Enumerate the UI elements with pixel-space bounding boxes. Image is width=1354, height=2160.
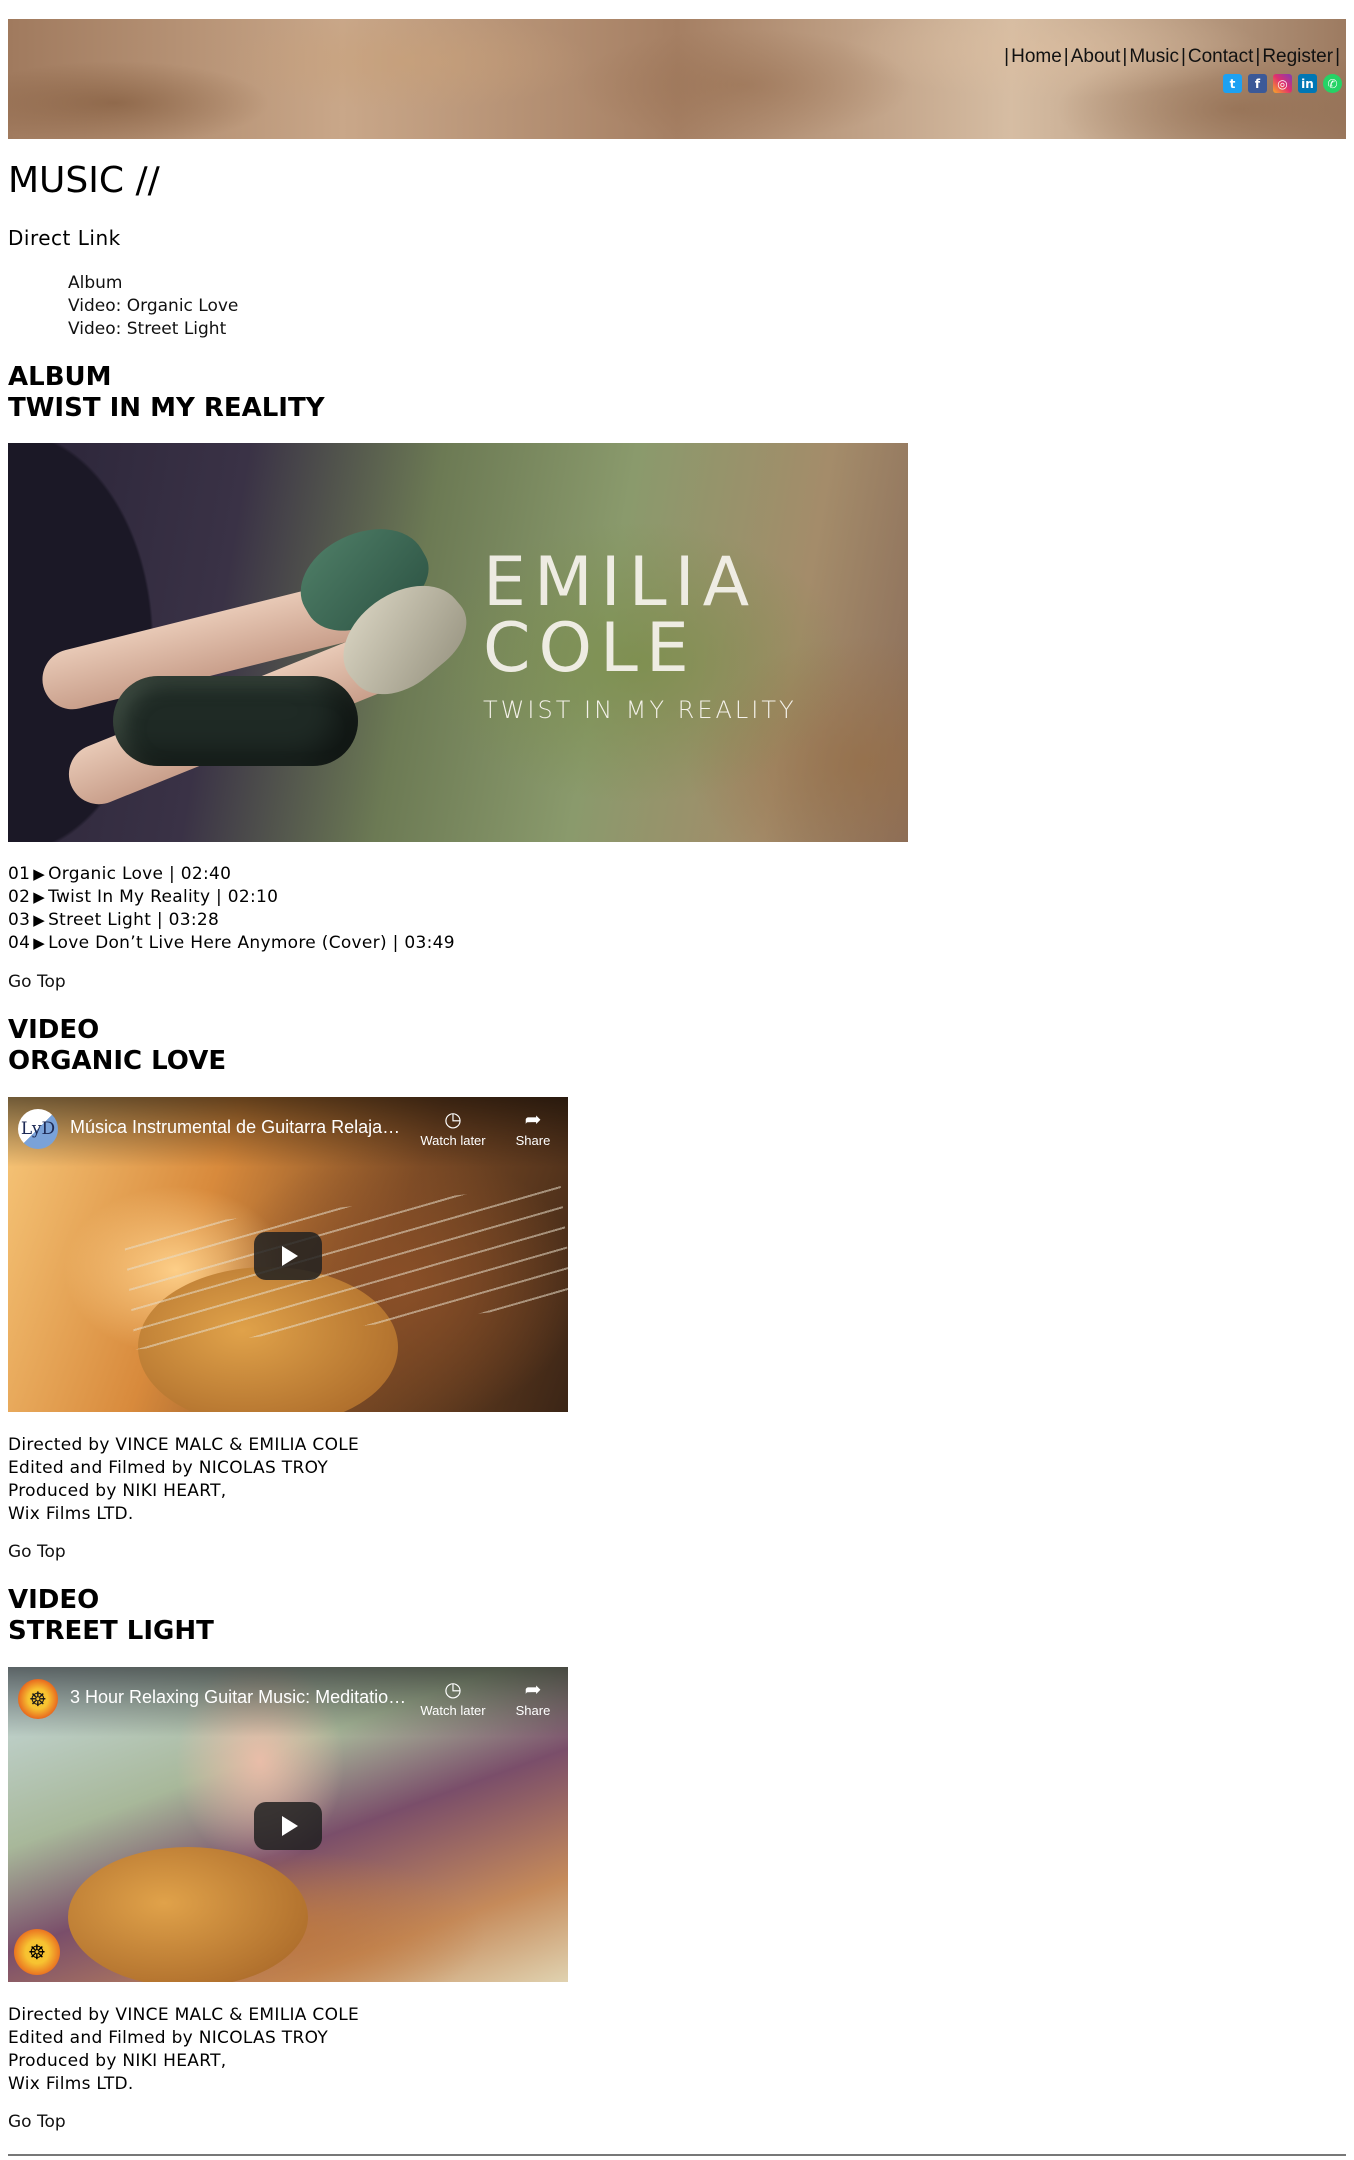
go-top-link[interactable]: Go Top (8, 972, 66, 992)
go-top-link[interactable]: Go Top (8, 1542, 66, 1562)
nav-separator: | (1063, 46, 1069, 67)
track-title: Love Don’t Live Here Anymore (Cover) | 0… (48, 933, 455, 953)
album-heading: ALBUM TWIST IN MY REALITY (8, 362, 325, 424)
share-arrow-icon: ➦ (524, 1679, 542, 1701)
share-arrow-icon: ➦ (524, 1109, 542, 1131)
video-credits: Directed by VINCE MALC & EMILIA COLE Edi… (8, 1434, 359, 1526)
nav-about-link[interactable]: About (1071, 46, 1121, 68)
main-nav: | Home | About | Music | Contact | Regis… (1002, 46, 1342, 68)
channel-avatar[interactable]: LyD (18, 1109, 58, 1149)
nav-register-link[interactable]: Register (1262, 46, 1333, 68)
credit-line: Directed by VINCE MALC & EMILIA COLE (8, 2005, 360, 2025)
track-title: Street Light | 03:28 (48, 910, 220, 930)
album-cover-text: EMILIA COLE TWIST IN MY REALITY (483, 543, 797, 725)
video-player-organic-love[interactable]: LyD Música Instrumental de Guitarra Rela… (8, 1097, 568, 1412)
watch-later-button[interactable]: ◷ Watch later (418, 1107, 488, 1148)
album-heading-label: ALBUM (8, 362, 112, 392)
direct-link-list: Album Video: Organic Love Video: Street … (68, 272, 238, 341)
credit-line: Edited and Filmed by NICOLAS TROY (8, 1458, 329, 1478)
album-artist-line: EMILIA (483, 543, 758, 622)
page: | Home | About | Music | Contact | Regis… (0, 0, 1354, 2160)
side-mirror-graphic (113, 676, 358, 766)
track-number: 01 (8, 864, 31, 884)
watch-later-label: Watch later (420, 1133, 486, 1148)
play-icon (282, 1246, 298, 1266)
social-icons: t f ◎ in ✆ (1223, 74, 1342, 93)
watch-later-label: Watch later (420, 1703, 486, 1718)
track-item[interactable]: 03 ▶ Street Light | 03:28 (8, 909, 455, 932)
album-record-title: TWIST IN MY REALITY (483, 696, 797, 724)
track-item[interactable]: 02 ▶ Twist In My Reality | 02:10 (8, 886, 455, 909)
direct-link-heading: Direct Link (8, 226, 121, 250)
play-icon[interactable]: ▶ (33, 863, 45, 886)
nav-separator: | (1255, 46, 1261, 67)
track-item[interactable]: 01 ▶ Organic Love | 02:40 (8, 863, 455, 886)
track-title: Organic Love | 02:40 (48, 864, 232, 884)
channel-watermark-icon: ☸ (14, 1929, 60, 1975)
guitar-graphic (68, 1847, 308, 1982)
nav-separator: | (1180, 46, 1186, 67)
track-number: 03 (8, 910, 31, 930)
credit-line: Edited and Filmed by NICOLAS TROY (8, 2028, 329, 2048)
go-top-link[interactable]: Go Top (8, 2112, 66, 2132)
credit-line: Wix Films LTD. (8, 1504, 134, 1524)
direct-link-album[interactable]: Album (68, 272, 238, 295)
track-number: 04 (8, 933, 31, 953)
video-title[interactable]: 3 Hour Relaxing Guitar Music: Meditation… (70, 1687, 410, 1708)
video-street-light-heading: VIDEO STREET LIGHT (8, 1585, 214, 1647)
video-title[interactable]: Música Instrumental de Guitarra Relajant… (70, 1117, 410, 1138)
credit-line: Wix Films LTD. (8, 2074, 134, 2094)
album-artist-line: COLE (483, 609, 697, 688)
facebook-icon[interactable]: f (1248, 74, 1267, 93)
page-title: MUSIC // (8, 160, 160, 201)
track-number: 02 (8, 887, 31, 907)
track-title: Twist In My Reality | 02:10 (48, 887, 279, 907)
header-banner: | Home | About | Music | Contact | Regis… (8, 19, 1346, 139)
nav-music-link[interactable]: Music (1129, 46, 1179, 68)
play-icon[interactable]: ▶ (33, 886, 45, 909)
video-organic-love-heading: VIDEO ORGANIC LOVE (8, 1015, 226, 1077)
whatsapp-icon[interactable]: ✆ (1323, 74, 1342, 93)
nav-home-link[interactable]: Home (1011, 46, 1062, 68)
credit-line: Directed by VINCE MALC & EMILIA COLE (8, 1435, 360, 1455)
watch-later-button[interactable]: ◷ Watch later (418, 1677, 488, 1718)
track-item[interactable]: 04 ▶ Love Don’t Live Here Anymore (Cover… (8, 932, 455, 955)
instagram-icon[interactable]: ◎ (1273, 74, 1292, 93)
play-button[interactable] (254, 1232, 322, 1280)
linkedin-icon[interactable]: in (1298, 74, 1317, 93)
nav-contact-link[interactable]: Contact (1188, 46, 1253, 68)
footer-divider (8, 2154, 1346, 2156)
track-list: 01 ▶ Organic Love | 02:40 02 ▶ Twist In … (8, 863, 455, 955)
share-label: Share (515, 1703, 551, 1718)
clock-icon: ◷ (444, 1679, 462, 1701)
credit-line: Produced by NIKI HEART, (8, 2051, 227, 2071)
video-credits: Directed by VINCE MALC & EMILIA COLE Edi… (8, 2004, 359, 2096)
share-button[interactable]: ➦ Share (498, 1677, 568, 1718)
direct-link-video-street-light[interactable]: Video: Street Light (68, 318, 238, 341)
play-icon (282, 1816, 298, 1836)
share-label: Share (515, 1133, 551, 1148)
nav-separator: | (1004, 46, 1010, 67)
album-heading-title: TWIST IN MY REALITY (8, 393, 325, 423)
twitter-icon[interactable]: t (1223, 74, 1242, 93)
video-heading-label: VIDEO (8, 1015, 100, 1045)
channel-avatar[interactable]: ☸ (18, 1679, 58, 1719)
play-icon[interactable]: ▶ (33, 909, 45, 932)
share-button[interactable]: ➦ Share (498, 1107, 568, 1148)
clock-icon: ◷ (444, 1109, 462, 1131)
credit-line: Produced by NIKI HEART, (8, 1481, 227, 1501)
play-icon[interactable]: ▶ (33, 932, 45, 955)
video-heading-label: VIDEO (8, 1585, 100, 1615)
play-button[interactable] (254, 1802, 322, 1850)
direct-link-video-organic-love[interactable]: Video: Organic Love (68, 295, 238, 318)
album-cover-image: EMILIA COLE TWIST IN MY REALITY (8, 443, 908, 842)
video-heading-title: STREET LIGHT (8, 1616, 214, 1646)
nav-separator: | (1122, 46, 1128, 67)
video-player-street-light[interactable]: ☸ 3 Hour Relaxing Guitar Music: Meditati… (8, 1667, 568, 1982)
video-heading-title: ORGANIC LOVE (8, 1046, 227, 1076)
nav-separator: | (1335, 46, 1340, 67)
